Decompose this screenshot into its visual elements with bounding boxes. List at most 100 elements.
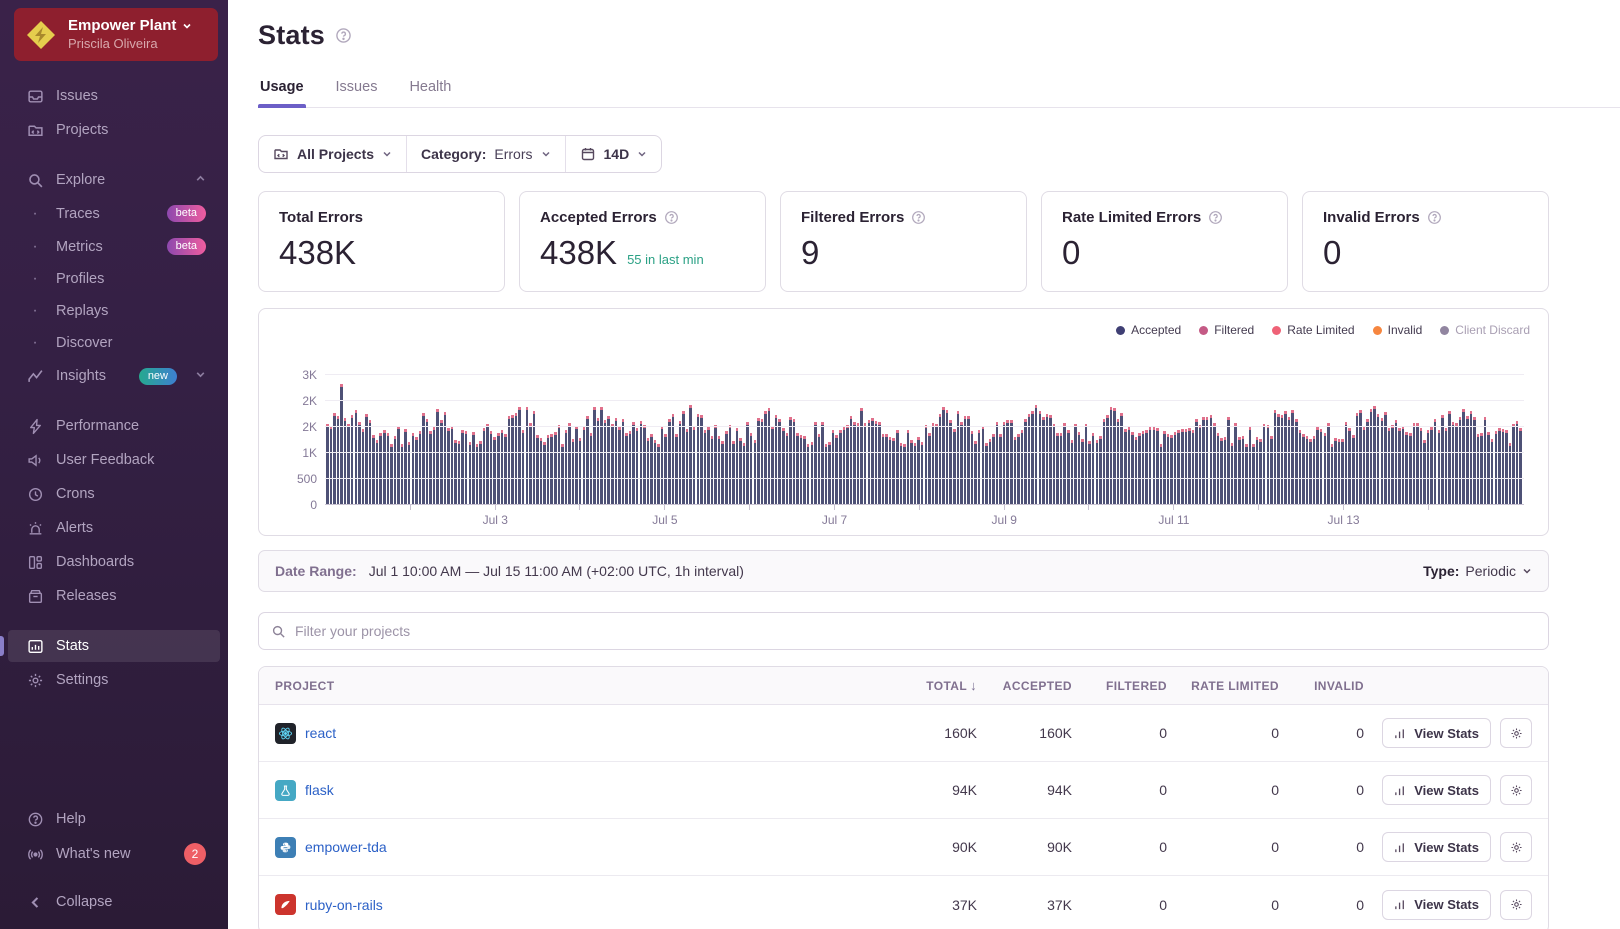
chart-bar[interactable] — [971, 431, 974, 504]
chart-bar[interactable] — [465, 431, 468, 504]
chart-bar[interactable] — [721, 441, 724, 504]
chart-bar[interactable] — [1381, 418, 1384, 504]
chart-bar[interactable] — [1267, 425, 1270, 504]
chart-bar[interactable] — [778, 419, 781, 504]
chart-bar[interactable] — [1316, 427, 1319, 504]
chart-bar[interactable] — [996, 422, 999, 504]
chart-bar[interactable] — [711, 436, 714, 504]
chart-bar[interactable] — [550, 434, 553, 504]
project-settings-button[interactable] — [1500, 775, 1532, 805]
chart-bar[interactable] — [436, 409, 439, 504]
chart-bar[interactable] — [1441, 415, 1444, 504]
project-link[interactable]: react — [305, 725, 336, 741]
chart-bar[interactable] — [529, 423, 532, 504]
chart-bar[interactable] — [821, 422, 824, 504]
chart-bar[interactable] — [1487, 432, 1490, 504]
chart-bar[interactable] — [668, 419, 671, 504]
chart-bar[interactable] — [850, 416, 853, 504]
chart-bar[interactable] — [1309, 439, 1312, 504]
chart-bar[interactable] — [451, 426, 454, 504]
chart-bar[interactable] — [511, 415, 514, 505]
project-settings-button[interactable] — [1500, 832, 1532, 862]
chart-bar[interactable] — [1434, 419, 1437, 504]
chart-bar[interactable] — [1363, 427, 1366, 504]
chart-bar[interactable] — [615, 418, 618, 504]
chart-bar[interactable] — [429, 431, 432, 504]
chart-bar[interactable] — [1366, 419, 1369, 504]
chart-bar[interactable] — [1395, 420, 1398, 504]
chart-bar[interactable] — [928, 433, 931, 504]
chart-bar[interactable] — [978, 430, 981, 504]
chart-bar[interactable] — [326, 424, 329, 504]
legend-client-discard[interactable]: Client Discard — [1440, 323, 1530, 337]
project-settings-button[interactable] — [1500, 890, 1532, 920]
chart-bar[interactable] — [1202, 417, 1205, 504]
chart-bar[interactable] — [622, 419, 625, 504]
sidebar-item-user-feedback[interactable]: User Feedback — [8, 444, 220, 476]
chart-bar[interactable] — [1430, 427, 1433, 504]
chart-bar[interactable] — [501, 430, 504, 504]
project-link[interactable]: empower-tda — [305, 839, 387, 855]
chart-bar[interactable] — [579, 438, 582, 504]
chart-bar[interactable] — [1081, 439, 1084, 504]
chart-bar[interactable] — [1391, 425, 1394, 504]
chart-bar[interactable] — [1498, 428, 1501, 504]
chart-bar[interactable] — [957, 411, 960, 504]
chart-bar[interactable] — [337, 416, 340, 504]
chart-bar[interactable] — [1270, 436, 1273, 504]
category-selector[interactable]: Category: Errors — [406, 136, 564, 172]
chart-bar[interactable] — [1274, 410, 1277, 504]
chart-bar[interactable] — [1021, 430, 1024, 504]
chart-bar[interactable] — [636, 428, 639, 504]
chart-bar[interactable] — [1213, 423, 1216, 505]
chart-bar[interactable] — [1063, 423, 1066, 504]
chart-bar[interactable] — [875, 421, 878, 504]
chart-bar[interactable] — [1505, 430, 1508, 504]
chart-bar[interactable] — [1477, 434, 1480, 504]
chart-bar[interactable] — [1341, 439, 1344, 504]
chart-bar[interactable] — [344, 418, 347, 504]
chart-bar[interactable] — [397, 426, 400, 504]
chart-bar[interactable] — [878, 422, 881, 504]
legend-invalid[interactable]: Invalid — [1373, 323, 1423, 337]
chart-bar[interactable] — [757, 418, 760, 504]
chart-bar[interactable] — [330, 426, 333, 504]
chart-bar[interactable] — [1174, 432, 1177, 504]
chart-bar[interactable] — [629, 431, 632, 504]
chart-bar[interactable] — [1516, 421, 1519, 504]
chart-bar[interactable] — [1017, 434, 1020, 504]
sidebar-item-performance[interactable]: Performance — [8, 410, 220, 442]
sidebar-item-alerts[interactable]: Alerts — [8, 512, 220, 544]
sidebar-item-projects[interactable]: Projects — [8, 114, 220, 146]
chart-bar[interactable] — [932, 423, 935, 504]
chart-bar[interactable] — [693, 427, 696, 504]
chart-bar[interactable] — [650, 434, 653, 504]
chart-bar[interactable] — [1413, 423, 1416, 504]
chart-bar[interactable] — [1181, 429, 1184, 504]
chart-bar[interactable] — [707, 427, 710, 504]
chart-bar[interactable] — [1448, 411, 1451, 504]
chart-bar[interactable] — [800, 435, 803, 504]
chart-bar[interactable] — [718, 436, 721, 504]
chart-bar[interactable] — [1170, 435, 1173, 504]
chart-bar[interactable] — [1277, 414, 1280, 504]
chart-bar[interactable] — [1345, 422, 1348, 504]
chart-bar[interactable] — [853, 422, 856, 504]
view-stats-button[interactable]: View Stats — [1382, 832, 1491, 862]
chart-bar[interactable] — [1245, 444, 1248, 504]
chart-bar[interactable] — [903, 444, 906, 504]
chart-bar[interactable] — [1124, 429, 1127, 504]
chart-bar[interactable] — [490, 431, 493, 504]
chart-bar[interactable] — [1106, 415, 1109, 504]
chart-bar[interactable] — [689, 405, 692, 504]
chart-bar[interactable] — [1334, 438, 1337, 504]
chart-bar[interactable] — [939, 414, 942, 504]
chart-bar[interactable] — [1085, 424, 1088, 504]
chart-bar[interactable] — [793, 419, 796, 504]
chart-bar[interactable] — [383, 430, 386, 504]
chart-bar[interactable] — [1491, 439, 1494, 504]
sidebar-item-crons[interactable]: Crons — [8, 478, 220, 510]
chart-bar[interactable] — [1024, 419, 1027, 504]
help-button[interactable]: Help — [8, 803, 220, 835]
project-filter-input[interactable] — [295, 623, 1536, 639]
